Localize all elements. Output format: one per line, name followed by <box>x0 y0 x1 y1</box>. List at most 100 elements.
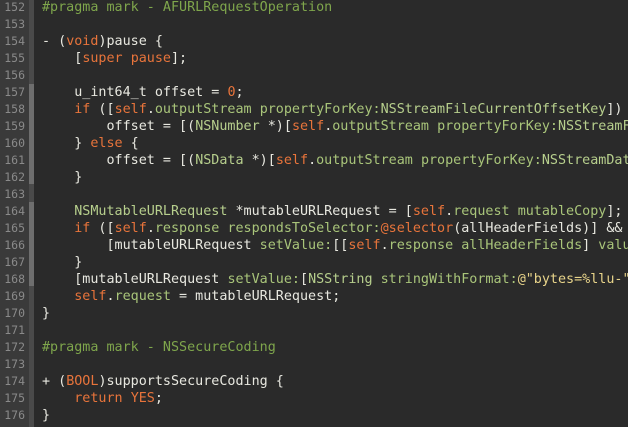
code-editor[interactable]: 152 #pragma mark - AFURLRequestOperation 1… <box>0 0 628 427</box>
line-number: 160 <box>4 136 25 150</box>
code-text: #pragma mark - NSSecureCoding <box>42 339 276 356</box>
code-line[interactable]: 159 offset = [(NSNumber *)[self.outputSt… <box>0 118 628 135</box>
line-number: 153 <box>4 17 25 31</box>
code-token: = mutableURLRequest; <box>171 289 341 304</box>
code-token: u_int64_t offset = <box>42 85 228 100</box>
code-line[interactable]: 161 offset = [(NSData *)[self.outputStre… <box>0 152 628 169</box>
code-line[interactable]: 171 <box>0 322 25 339</box>
code-token: (allHeaderFields)] && <box>453 221 623 236</box>
code-token: [ <box>42 51 83 66</box>
code-token: NSStreamFileCurrentOffsetKey <box>380 102 607 117</box>
code-token: } <box>42 170 83 185</box>
line-number: 171 <box>4 323 25 337</box>
code-token: else <box>90 136 123 151</box>
line-number: 169 <box>4 289 25 303</box>
code-line[interactable]: 170} <box>0 305 50 322</box>
code-token: if <box>74 102 91 117</box>
code-text: } <box>42 254 82 271</box>
line-number: 161 <box>4 153 25 167</box>
code-line[interactable]: 164 NSMutableURLRequest *mutableURLReque… <box>0 203 622 220</box>
code-line[interactable]: 174 + (BOOL)supportsSecureCoding { <box>0 373 284 390</box>
code-line[interactable]: 153 <box>0 16 25 33</box>
code-text: + (BOOL)supportsSecureCoding { <box>42 373 284 390</box>
code-token: NSString <box>308 272 373 287</box>
code-text: [mutableURLRequest setValue:[[self.respo… <box>42 237 628 254</box>
code-line[interactable]: 172 #pragma mark - NSSecureCoding <box>0 339 276 356</box>
code-token: [mutableURLRequest <box>42 238 260 253</box>
code-line[interactable]: 160 } else { <box>0 135 139 152</box>
code-line[interactable]: 173 <box>0 356 25 373</box>
code-text: } <box>42 169 82 186</box>
code-line[interactable]: 158 if ([self.outputStream propertyForKe… <box>0 101 622 118</box>
code-token: self <box>291 119 325 134</box>
code-token: propertyForKey: <box>259 102 381 117</box>
code-token: ([ <box>90 221 115 236</box>
code-line[interactable]: 155 [super pause]; <box>0 50 187 67</box>
code-token: + ( <box>42 374 67 389</box>
code-token: [mutableURLRequest <box>42 272 228 287</box>
line-number: 158 <box>4 102 25 116</box>
code-line[interactable]: 167 } <box>0 254 82 271</box>
code-line[interactable]: 175 return YES; <box>0 390 163 407</box>
code-line[interactable]: 168 [mutableURLRequest setValue:[NSStrin… <box>0 271 628 288</box>
code-token: outputStream <box>154 102 252 117</box>
code-token: offset = [( <box>42 119 196 134</box>
code-token: . <box>308 153 317 168</box>
code-line[interactable]: 176} <box>0 407 50 424</box>
code-token: pause <box>130 51 171 66</box>
line-number: 167 <box>4 255 25 269</box>
code-token: respondsToSelector: <box>227 221 381 236</box>
code-line[interactable]: 157 u_int64_t offset = 0; <box>0 84 243 101</box>
code-line[interactable]: 165 if ([self.response respondsToSelecto… <box>0 220 622 237</box>
code-line[interactable]: 156 <box>0 67 25 84</box>
code-token: } <box>42 306 51 321</box>
code-text: offset = [(NSData *)[self.outputStream p… <box>42 152 628 169</box>
code-token: if <box>74 221 91 236</box>
code-token: { <box>122 136 139 151</box>
code-token: self <box>275 153 309 168</box>
code-token: void <box>66 34 99 49</box>
code-line[interactable]: 163 <box>0 186 25 203</box>
code-token: BOOL <box>66 374 99 389</box>
code-token: ; <box>154 391 163 406</box>
code-token: request <box>114 289 171 304</box>
code-token: ]; <box>171 51 188 66</box>
code-token: )supportsSecureCoding { <box>98 374 284 389</box>
line-number: 168 <box>4 272 25 286</box>
code-token: #pragma mark - AFURLRequestOperation <box>42 0 333 15</box>
code-line[interactable]: 154 - (void)pause { <box>0 33 163 50</box>
line-number: 166 <box>4 238 25 252</box>
code-text: if ([self.response respondsToSelector:@s… <box>42 220 623 237</box>
code-token: . <box>146 221 155 236</box>
change-marker <box>29 84 34 184</box>
code-token: request <box>453 204 510 219</box>
code-line[interactable]: 169 self.request = mutableURLRequest; <box>0 288 340 305</box>
code-text: [super pause]; <box>42 50 187 67</box>
line-number: 163 <box>4 187 25 201</box>
code-text: offset = [(NSNumber *)[self.outputStream… <box>42 118 628 135</box>
code-token: propertyForKey: <box>437 119 558 134</box>
code-token: NSStreamFi <box>558 119 628 134</box>
code-text: self.request = mutableURLRequest; <box>42 288 340 305</box>
code-token: setValue: <box>259 238 333 253</box>
code-line[interactable]: 152 #pragma mark - AFURLRequestOperation <box>0 0 332 16</box>
code-token: ([ <box>90 102 115 117</box>
code-token: NSData <box>195 153 244 168</box>
code-token: @selector <box>380 221 454 236</box>
code-line[interactable]: 166 [mutableURLRequest setValue:[[self.r… <box>0 237 628 254</box>
code-token: offset = [( <box>42 153 196 168</box>
code-token: ; <box>235 85 244 100</box>
code-token: self <box>74 289 107 304</box>
code-line[interactable]: 162 } <box>0 169 82 186</box>
code-text: if ([self.outputStream propertyForKey:NS… <box>42 101 628 118</box>
code-token: NSNumber <box>195 119 260 134</box>
code-token: } <box>42 255 83 270</box>
code-text: #pragma mark - AFURLRequestOperation <box>42 0 332 16</box>
